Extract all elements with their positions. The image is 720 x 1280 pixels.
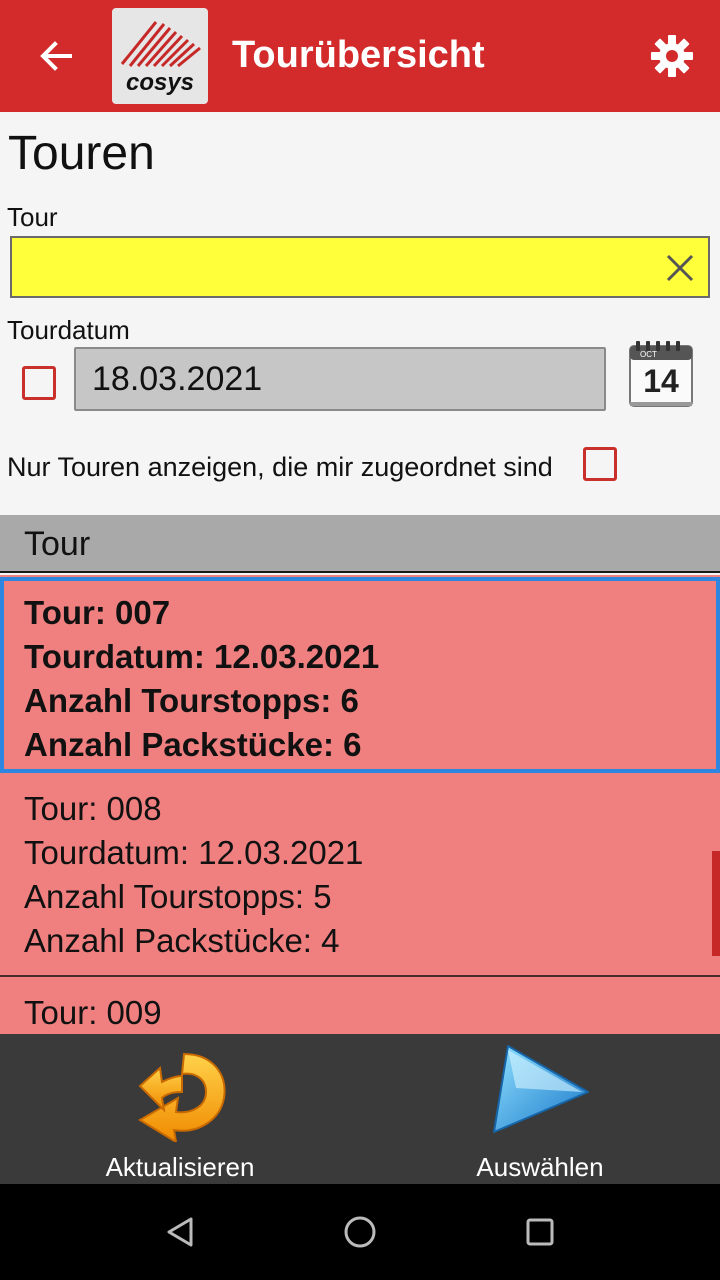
close-icon bbox=[666, 254, 694, 282]
select-button-label: Auswählen bbox=[476, 1152, 604, 1182]
nav-back-icon bbox=[167, 1217, 193, 1247]
back-button[interactable] bbox=[30, 30, 82, 82]
tour-list-item-009[interactable]: Tour: 009 bbox=[0, 977, 720, 1034]
date-field-label: Tourdatum bbox=[7, 315, 130, 345]
settings-button[interactable] bbox=[646, 30, 698, 82]
calendar-month: OCT bbox=[640, 350, 657, 359]
bottom-action-bar: Aktualisieren Auswählen bbox=[0, 1034, 720, 1184]
tour-list-item-007[interactable]: Tour: 007 Tourdatum: 12.03.2021 Anzahl T… bbox=[0, 577, 720, 773]
list-header: Tour bbox=[0, 515, 720, 573]
logo-text: cosys bbox=[126, 69, 194, 96]
tour-number: Tour: 008 bbox=[24, 790, 162, 827]
arrow-left-icon bbox=[40, 41, 72, 71]
clear-tour-button[interactable] bbox=[660, 248, 700, 288]
play-arrow-icon bbox=[493, 1045, 589, 1133]
calendar-icon: OCT 14 bbox=[629, 341, 693, 407]
tour-date: Tourdatum: 12.03.2021 bbox=[24, 638, 380, 675]
list-header-label: Tour bbox=[24, 525, 91, 563]
tour-number: Tour: 009 bbox=[24, 994, 162, 1031]
app-bar-title: Tourübersicht bbox=[232, 34, 485, 76]
nav-recents-icon bbox=[526, 1218, 554, 1246]
nav-home-icon bbox=[344, 1216, 376, 1248]
gear-icon bbox=[651, 35, 693, 77]
system-nav-bar bbox=[0, 1184, 720, 1280]
tour-number: Tour: 007 bbox=[24, 594, 171, 631]
app-bar: cosys Tourübersicht bbox=[0, 0, 720, 112]
refresh-button[interactable]: Aktualisieren bbox=[0, 1034, 360, 1184]
assigned-filter-checkbox[interactable] bbox=[583, 447, 617, 481]
tour-field-label: Tour bbox=[7, 202, 58, 232]
calendar-button[interactable]: OCT 14 bbox=[626, 340, 696, 410]
assigned-filter-label: Nur Touren anzeigen, die mir zugeordnet … bbox=[7, 452, 553, 482]
tour-input[interactable] bbox=[10, 236, 710, 298]
calendar-day: 14 bbox=[643, 363, 679, 399]
nav-recents-button[interactable] bbox=[516, 1208, 564, 1256]
tour-packages-count: Anzahl Packstücke: 4 bbox=[24, 922, 340, 959]
page-title: Touren bbox=[8, 127, 155, 180]
tour-stops-count: Anzahl Tourstopps: 6 bbox=[24, 682, 359, 719]
refresh-button-label: Aktualisieren bbox=[105, 1152, 255, 1182]
nav-home-button[interactable] bbox=[336, 1208, 384, 1256]
refresh-arrow-icon bbox=[138, 1052, 226, 1142]
list-scrollbar[interactable] bbox=[712, 851, 720, 956]
app-logo: cosys bbox=[112, 8, 208, 104]
nav-back-button[interactable] bbox=[156, 1208, 204, 1256]
tour-list[interactable]: Tour: 007 Tourdatum: 12.03.2021 Anzahl T… bbox=[0, 575, 720, 1034]
tour-date: Tourdatum: 12.03.2021 bbox=[24, 834, 364, 871]
date-filter-checkbox[interactable] bbox=[22, 366, 56, 400]
select-button[interactable]: Auswählen bbox=[360, 1034, 720, 1184]
tour-stops-count: Anzahl Tourstopps: 5 bbox=[24, 878, 332, 915]
tour-list-item-008[interactable]: Tour: 008 Tourdatum: 12.03.2021 Anzahl T… bbox=[0, 775, 720, 977]
tour-packages-count: Anzahl Packstücke: 6 bbox=[24, 726, 362, 763]
date-input[interactable]: 18.03.2021 bbox=[74, 347, 606, 411]
